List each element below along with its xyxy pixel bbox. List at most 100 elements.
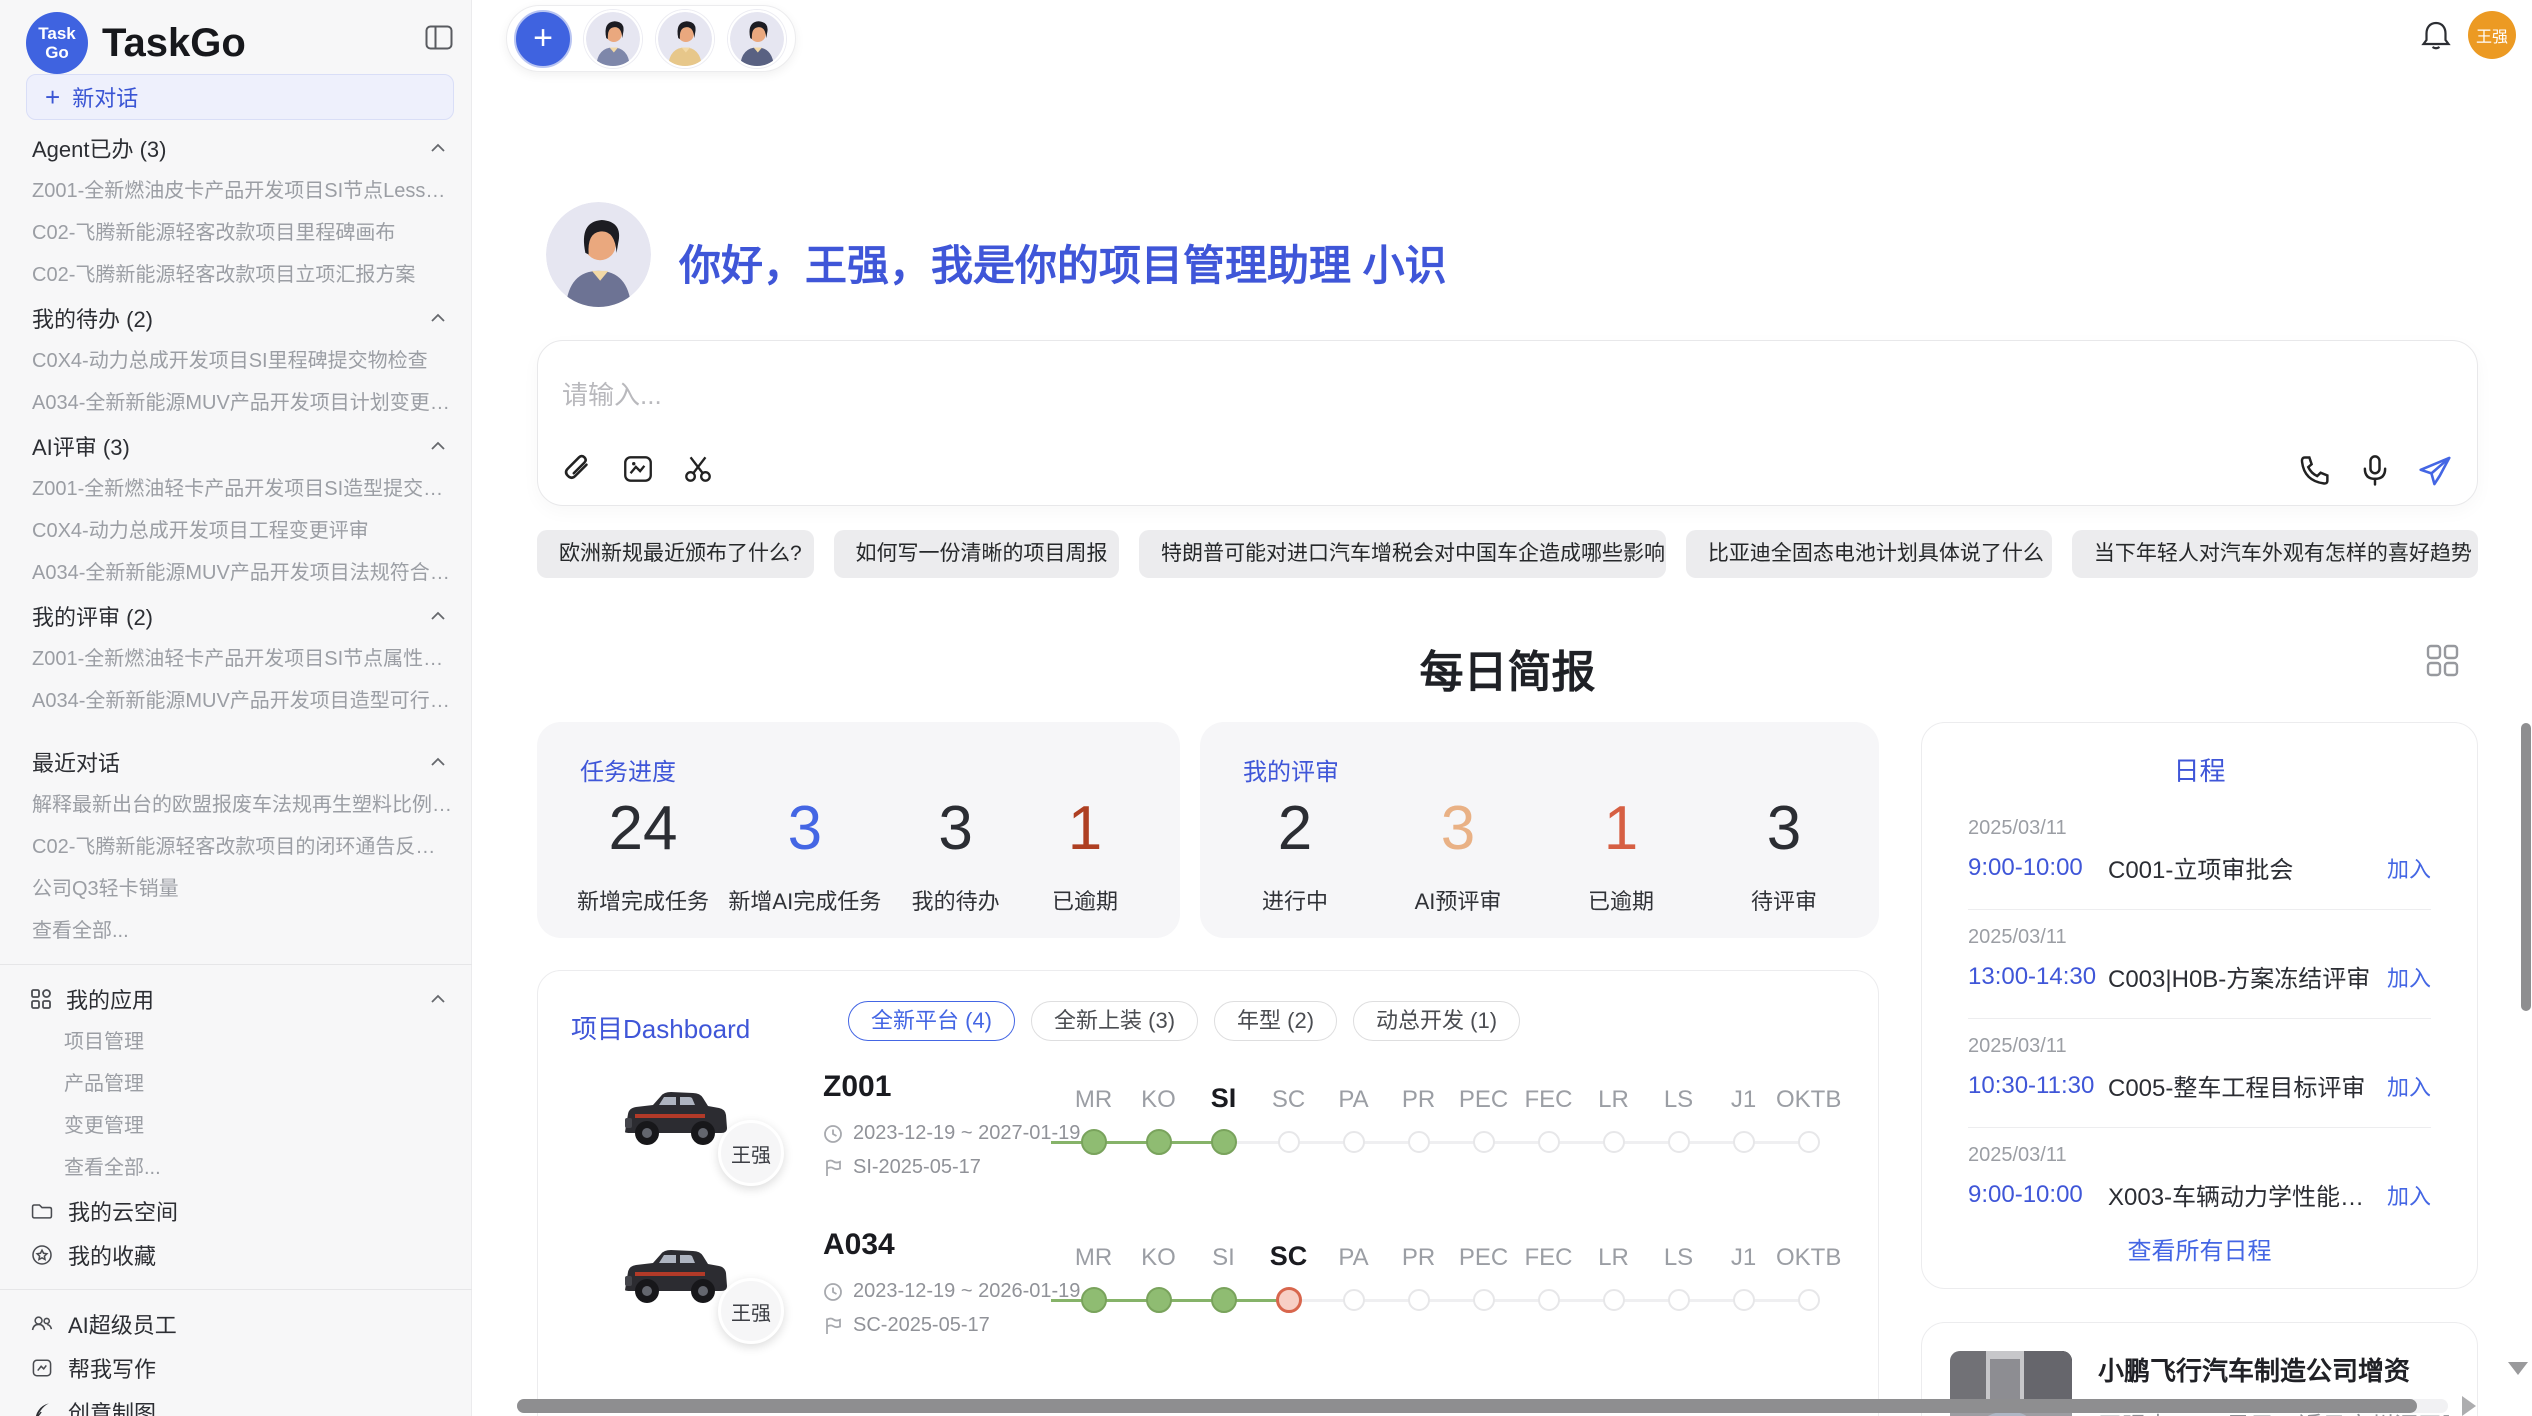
milestone-dot-LR[interactable] xyxy=(1603,1131,1625,1153)
tab-powertrain[interactable]: 动总开发 (1) xyxy=(1353,1001,1520,1041)
image-icon[interactable] xyxy=(618,449,658,489)
sidebar-app-item[interactable]: 项目管理 xyxy=(0,1021,472,1063)
sidebar-item-cloud-space[interactable]: 我的云空间 xyxy=(0,1189,472,1233)
join-meeting-link[interactable]: 加入 xyxy=(2387,852,2431,884)
sidebar-section-header-my_review[interactable]: 我的评审 (2) xyxy=(0,594,472,638)
milestone-dot-SC[interactable] xyxy=(1278,1131,1300,1153)
add-agent-button[interactable]: + xyxy=(514,10,572,68)
join-meeting-link[interactable]: 加入 xyxy=(2387,1070,2431,1102)
sidebar-item[interactable]: Z001-全新燃油轻卡产品开发项目SI造型提交物评审 xyxy=(0,468,472,510)
phone-icon[interactable] xyxy=(2295,451,2335,491)
sidebar-item-ai-super-staff[interactable]: AI超级员工 xyxy=(0,1302,472,1346)
vertical-scrollbar-thumb[interactable] xyxy=(2521,723,2531,1011)
milestone-track: MRKOSISCPAPRPECFECLRLSJ1OKTB xyxy=(1061,1226,1841,1356)
sidebar-app-item[interactable]: 变更管理 xyxy=(0,1105,472,1147)
milestone-dot-SI[interactable] xyxy=(1211,1287,1237,1313)
suggestion-chip[interactable]: 比亚迪全固态电池计划具体说了什么 xyxy=(1686,530,2052,578)
tab-model-year[interactable]: 年型 (2) xyxy=(1214,1001,1337,1041)
sidebar-item-favorites[interactable]: 我的收藏 xyxy=(0,1233,472,1277)
task-progress-title: 任务进度 xyxy=(580,752,676,787)
schedule-time: 10:30-11:30 xyxy=(1968,1072,2108,1100)
scissors-icon[interactable] xyxy=(678,449,718,489)
sidebar-app-item[interactable]: 查看全部... xyxy=(0,1147,472,1189)
milestone-dot-MR[interactable] xyxy=(1081,1287,1107,1313)
milestone-dot-SI[interactable] xyxy=(1211,1129,1237,1155)
milestone-dot-KO[interactable] xyxy=(1146,1287,1172,1313)
sidebar-section-header-ai_review[interactable]: AI评审 (3) xyxy=(0,424,472,468)
milestone-dot-PEC[interactable] xyxy=(1473,1131,1495,1153)
sidebar-app-item[interactable]: 产品管理 xyxy=(0,1063,472,1105)
milestone-dot-PEC[interactable] xyxy=(1473,1289,1495,1311)
sidebar-item[interactable]: Z001-全新燃油皮卡产品开发项目SI节点Lesson Learn报告 xyxy=(0,170,472,212)
new-chat-button[interactable]: + 新对话 xyxy=(26,74,454,120)
tab-new-body[interactable]: 全新上装 (3) xyxy=(1031,1001,1198,1041)
milestone-dot-J1[interactable] xyxy=(1733,1131,1755,1153)
schedule-row: 9:00-10:00X003-车辆动力学性能验...加入 xyxy=(1968,1177,2431,1212)
collapse-sidebar-icon[interactable] xyxy=(421,22,457,54)
agent-avatar-icon[interactable] xyxy=(656,10,714,68)
sidebar-item[interactable]: 公司Q3轻卡销量 xyxy=(0,868,472,910)
milestone-dot-LR[interactable] xyxy=(1603,1289,1625,1311)
chat-input[interactable] xyxy=(560,379,2264,412)
suggestion-chip[interactable]: 欧洲新规最近颁布了什么? xyxy=(537,530,814,578)
join-meeting-link[interactable]: 加入 xyxy=(2387,1179,2431,1211)
milestone-dot-FEC[interactable] xyxy=(1538,1131,1560,1153)
agent-avatar-icon[interactable] xyxy=(584,10,642,68)
sidebar-item[interactable]: C02-飞腾新能源轻客改款项目立项汇报方案 xyxy=(0,254,472,296)
milestone-dot-PA[interactable] xyxy=(1343,1289,1365,1311)
milestone-dot-FEC[interactable] xyxy=(1538,1289,1560,1311)
microphone-icon[interactable] xyxy=(2355,451,2395,491)
agent-avatar-icon[interactable] xyxy=(728,10,786,68)
layout-grid-icon[interactable] xyxy=(2424,642,2460,678)
stat-value: 3 xyxy=(1729,798,1839,860)
sidebar-item[interactable]: C0X4-动力总成开发项目SI里程碑提交物检查 xyxy=(0,340,472,382)
milestone-dot-MR[interactable] xyxy=(1081,1129,1107,1155)
sidebar-item[interactable]: C02-飞腾新能源轻客改款项目里程碑画布 xyxy=(0,212,472,254)
notification-bell-icon[interactable] xyxy=(2418,16,2454,54)
sidebar-item[interactable]: A034-全新新能源MUV产品开发项目法规符合性评审 xyxy=(0,552,472,594)
stat-value: 24 xyxy=(577,798,709,860)
ai-super-staff-label: AI超级员工 xyxy=(68,1308,177,1340)
milestone-dot-PR[interactable] xyxy=(1408,1289,1430,1311)
suggestion-chip[interactable]: 当下年轻人对汽车外观有怎样的喜好趋势 xyxy=(2072,530,2478,578)
horizontal-scrollbar-thumb[interactable] xyxy=(517,1399,2417,1413)
milestone-dot-PR[interactable] xyxy=(1408,1131,1430,1153)
sidebar-section-header-my_todo[interactable]: 我的待办 (2) xyxy=(0,296,472,340)
sidebar-item[interactable]: 解释最新出台的欧盟报废车法规再生塑料比例被调至15%... xyxy=(0,784,472,826)
sidebar-item[interactable]: A034-全新新能源MUV产品开发项目造型可行性评审 xyxy=(0,680,472,722)
sidebar-item[interactable]: C0X4-动力总成开发项目工程变更评审 xyxy=(0,510,472,552)
stat-value: 1 xyxy=(1566,798,1676,860)
sidebar-section-header-recent[interactable]: 最近对话 xyxy=(0,740,472,784)
sidebar-item[interactable]: A034-全新新能源MUV产品开发项目计划变更表编写 xyxy=(0,382,472,424)
review-stat: 2进行中 xyxy=(1240,798,1350,916)
milestone-dot-LS[interactable] xyxy=(1668,1289,1690,1311)
sidebar-item-creative-drawing[interactable]: 创意制图 xyxy=(0,1390,472,1416)
suggestion-chip[interactable]: 如何写一份清晰的项目周报 xyxy=(834,530,1119,578)
milestone-dot-SC[interactable] xyxy=(1276,1287,1302,1313)
milestone-dot-LS[interactable] xyxy=(1668,1131,1690,1153)
send-icon[interactable] xyxy=(2415,451,2455,491)
sidebar-item[interactable]: 查看全部... xyxy=(0,910,472,952)
scroll-down-arrow-icon[interactable] xyxy=(2508,1362,2528,1375)
milestone-dot-PA[interactable] xyxy=(1343,1131,1365,1153)
sidebar-item-help-me-write[interactable]: 帮我写作 xyxy=(0,1346,472,1390)
milestone-dot-KO[interactable] xyxy=(1146,1129,1172,1155)
paperclip-icon[interactable] xyxy=(558,449,598,489)
quill-pen-icon xyxy=(30,1400,54,1416)
sidebar-item[interactable]: Z001-全新燃油轻卡产品开发项目SI节点属性5D文件评审 xyxy=(0,638,472,680)
sidebar-item-my-apps[interactable]: 我的应用 xyxy=(0,977,472,1021)
sidebar-section-header-agent_done[interactable]: Agent已办 (3) xyxy=(0,126,472,170)
new-chat-label: 新对话 xyxy=(72,81,138,113)
scroll-right-arrow-icon[interactable] xyxy=(2462,1396,2476,1416)
milestone-dot-OKTB[interactable] xyxy=(1798,1131,1820,1153)
tab-new-platform[interactable]: 全新平台 (4) xyxy=(848,1001,1015,1041)
user-avatar[interactable]: 王强 xyxy=(2468,11,2516,59)
milestone-dot-J1[interactable] xyxy=(1733,1289,1755,1311)
join-meeting-link[interactable]: 加入 xyxy=(2387,961,2431,993)
milestone-dot-OKTB[interactable] xyxy=(1798,1289,1820,1311)
horizontal-scrollbar-track[interactable] xyxy=(517,1399,2448,1413)
suggestion-chip[interactable]: 特朗普可能对进口汽车增税会对中国车企造成哪些影响 xyxy=(1139,530,1666,578)
view-all-schedule-link[interactable]: 查看所有日程 xyxy=(1922,1231,2477,1266)
sidebar-item[interactable]: C02-飞腾新能源轻客改款项目的闭环通告反馈情况 xyxy=(0,826,472,868)
milestone-label-PR: PR xyxy=(1386,1086,1451,1114)
